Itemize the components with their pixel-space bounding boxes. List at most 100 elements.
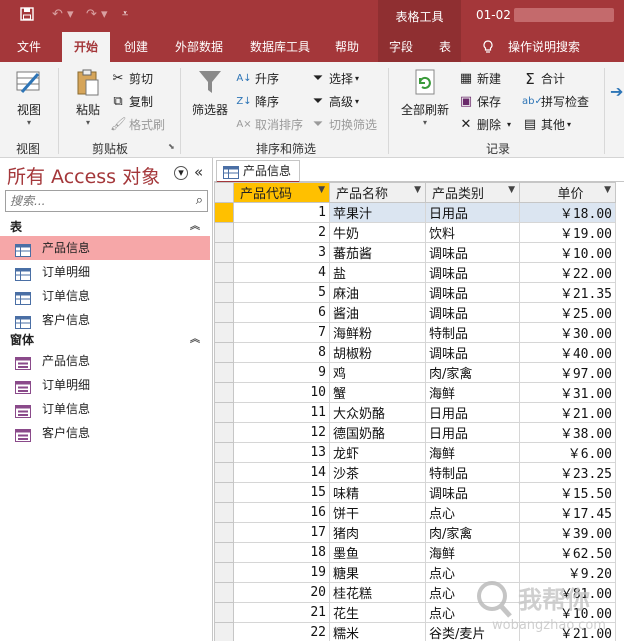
cell-product-category[interactable]: 肉/家禽 [425,522,520,543]
column-dropdown-icon[interactable]: ▼ [508,185,515,195]
cell-product-category[interactable]: 调味品 [425,242,520,263]
cell-product-category[interactable]: 点心 [425,502,520,523]
cell-product-code[interactable]: 14 [233,462,330,483]
nav-item-table-order-details[interactable]: 订单明细 [0,260,210,284]
find-icon[interactable]: ➔ [610,82,623,101]
document-tab-products[interactable]: 产品信息 [216,160,300,183]
filter-button[interactable]: 筛选器 [188,68,232,118]
nav-menu-chevron-icon[interactable]: ▾ [174,166,188,180]
record-selector[interactable] [214,302,234,323]
nav-item-table-orders[interactable]: 订单信息 [0,284,210,308]
cell-product-name[interactable]: 糯米 [329,622,426,641]
paste-button[interactable]: 粘贴 ▾ [68,68,108,127]
sort-ascending-button[interactable]: A↓ 升序 [236,70,279,87]
cell-product-code[interactable]: 13 [233,442,330,463]
tab-help[interactable]: 帮助 [326,32,368,62]
search-icon[interactable]: ⌕ [196,193,203,208]
cell-product-category[interactable]: 肉/家禽 [425,362,520,383]
cell-product-code[interactable]: 18 [233,542,330,563]
cell-product-name[interactable]: 鸡 [329,362,426,383]
table-row[interactable]: 9 鸡肉/家禽 ￥97.00 [214,362,616,383]
table-row[interactable]: 15 味精 调味品 ￥15.50 [214,482,616,503]
cell-product-code[interactable]: 3 [233,242,330,263]
cell-price[interactable]: ￥39.00 [519,522,616,543]
table-row[interactable]: 14 沙茶 特制品 ￥23.25 [214,462,616,483]
cell-product-name[interactable]: 酱油 [329,302,426,323]
table-row[interactable]: 16 饼干 点心 ￥17.45 [214,502,616,523]
nav-search-input[interactable] [6,191,184,211]
cell-product-category[interactable]: 调味品 [425,262,520,283]
record-selector[interactable] [214,282,234,303]
record-selector[interactable] [214,522,234,543]
cell-product-category[interactable]: 海鲜 [425,382,520,403]
spelling-button[interactable]: ab✓ 拼写检查 [522,93,589,110]
advanced-button[interactable]: ⏷ 高级 ▾ [310,93,359,110]
cell-product-name[interactable]: 墨鱼 [329,542,426,563]
delete-record-button[interactable]: ✕ 删除 ▾ [458,116,511,133]
column-header-product-category[interactable]: 产品类别 ▼ [425,182,520,203]
cell-product-category[interactable]: 特制品 [425,322,520,343]
cell-product-code[interactable]: 8 [233,342,330,363]
cell-product-category[interactable]: 日用品 [425,402,520,423]
cell-product-name[interactable]: 糖果 [329,562,426,583]
column-dropdown-icon[interactable]: ▼ [604,185,611,195]
record-selector[interactable] [214,222,234,243]
record-selector[interactable] [214,202,234,223]
cell-product-name[interactable]: 味精 [329,482,426,503]
record-selector[interactable] [214,582,234,603]
column-header-price[interactable]: 单价 ▼ [519,182,616,203]
tab-table[interactable]: 表 [430,32,460,62]
cell-product-code[interactable]: 6 [233,302,330,323]
table-row[interactable]: 11 大众奶酪 日用品 ￥21.00 [214,402,616,423]
sort-descending-button[interactable]: Z↓ 降序 [236,93,279,110]
cell-price[interactable]: ￥97.00 [519,362,616,383]
cell-product-name[interactable]: 猪肉 [329,522,426,543]
table-row[interactable]: 12 德国奶酪 日用品 ￥38.00 [214,422,616,443]
cell-price[interactable]: ￥15.50 [519,482,616,503]
column-header-product-name[interactable]: 产品名称 ▼ [329,182,426,203]
record-selector[interactable] [214,322,234,343]
cell-product-code[interactable]: 10 [233,382,330,403]
cell-product-name[interactable]: 沙茶 [329,462,426,483]
cell-price[interactable]: ￥17.45 [519,502,616,523]
cell-product-code[interactable]: 1 [233,202,330,223]
cell-product-category[interactable]: 海鲜 [425,542,520,563]
cell-product-name[interactable]: 德国奶酪 [329,422,426,443]
cell-price[interactable]: ￥31.00 [519,382,616,403]
record-selector[interactable] [214,562,234,583]
cell-product-category[interactable]: 调味品 [425,282,520,303]
table-row[interactable]: 17 猪肉 肉/家禽 ￥39.00 [214,522,616,543]
record-selector[interactable] [214,442,234,463]
column-dropdown-icon[interactable]: ▼ [318,185,325,195]
cell-product-name[interactable]: 蕃茄酱 [329,242,426,263]
table-row[interactable]: 13 龙虾 海鲜 ￥6.00 [214,442,616,463]
tell-me-search[interactable]: 操作说明搜索 [502,32,586,62]
nav-item-form-orders[interactable]: 订单信息 [0,397,210,421]
record-selector[interactable] [214,602,234,623]
tab-database-tools[interactable]: 数据库工具 [244,32,316,62]
cell-product-name[interactable]: 海鲜粉 [329,322,426,343]
cell-product-code[interactable]: 4 [233,262,330,283]
tab-create[interactable]: 创建 [116,32,156,62]
format-painter-button[interactable]: 🖌 格式刷 [110,116,165,133]
shutter-bar-close-icon[interactable]: « [194,163,203,181]
cell-price[interactable]: ￥22.00 [519,262,616,283]
cell-product-code[interactable]: 2 [233,222,330,243]
table-row[interactable]: 4 盐调味品 ￥22.00 [214,262,616,283]
cell-product-category[interactable]: 饮料 [425,222,520,243]
table-row[interactable]: 1 苹果汁 日用品 ￥18.00 [214,202,616,223]
refresh-all-button[interactable]: 全部刷新 ▾ [398,68,452,127]
cell-price[interactable]: ￥23.25 [519,462,616,483]
record-selector[interactable] [214,382,234,403]
cell-price[interactable]: ￥21.35 [519,282,616,303]
record-selector[interactable] [214,402,234,423]
cell-product-name[interactable]: 牛奶 [329,222,426,243]
undo-icon[interactable]: ↶ ▾ [52,7,74,22]
table-row[interactable]: 3 蕃茄酱 调味品 ￥10.00 [214,242,616,263]
table-row[interactable]: 5 麻油 调味品 ￥21.35 [214,282,616,303]
more-button[interactable]: ▤ 其他 ▾ [522,116,571,133]
cell-product-name[interactable]: 饼干 [329,502,426,523]
cell-product-category[interactable]: 特制品 [425,462,520,483]
record-selector[interactable] [214,362,234,383]
cell-product-category[interactable]: 调味品 [425,482,520,503]
